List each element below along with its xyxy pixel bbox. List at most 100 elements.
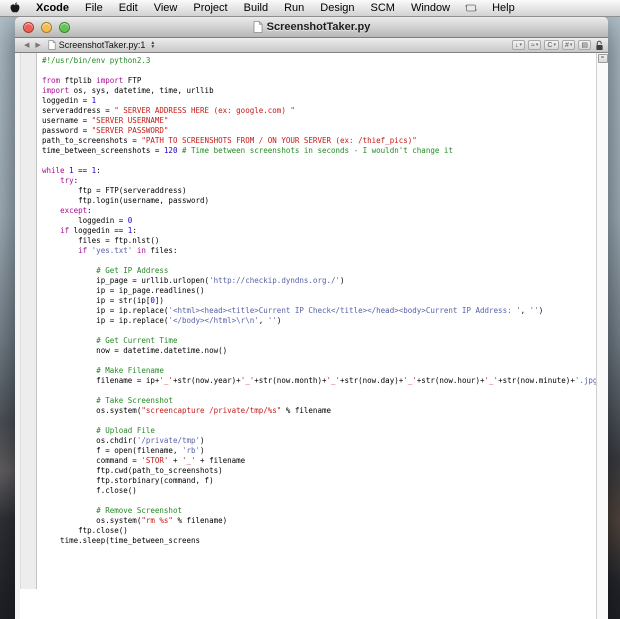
code-line: files = ftp.nlst(): [42, 236, 160, 245]
xcode-editor-window: ScreenshotTaker.py ◀ ▶ ScreenshotTaker.p…: [15, 17, 608, 619]
code-line: # Take Screenshot: [96, 396, 173, 405]
menu-item-help[interactable]: Help: [484, 2, 523, 14]
menu-item-xcode[interactable]: Xcode: [28, 2, 77, 14]
menu-item-window[interactable]: Window: [403, 2, 458, 14]
code-line: f.close(): [42, 486, 137, 495]
file-location-label: ScreenshotTaker.py:1: [58, 40, 146, 50]
menu-item-file[interactable]: File: [77, 2, 111, 14]
code-line: # Upload File: [96, 426, 155, 435]
code-line: # Get Current Time: [96, 336, 178, 345]
document-icon: [48, 40, 56, 50]
code-line: ftp = FTP(serveraddress): [42, 186, 187, 195]
code-line: ip_page = urllib.urlopen('http://checkip…: [42, 276, 345, 285]
code-line: time.sleep(time_between_screens: [42, 536, 201, 545]
code-line: ip = ip_page.readlines(): [42, 286, 205, 295]
code-line: ip = ip.replace('</body></html>\r\n', ''…: [42, 316, 282, 325]
code-line: now = datetime.datetime.now(): [42, 346, 228, 355]
split-editor-button[interactable]: =: [597, 54, 608, 63]
code-line: #!/usr/bin/env python2.3: [42, 56, 151, 65]
dropdown-arrow-icon: ▾: [569, 42, 573, 48]
code-line: os.system("rm %s" % filename): [42, 516, 228, 525]
code-line: try:: [60, 176, 79, 185]
window-title-bar[interactable]: ScreenshotTaker.py: [15, 17, 608, 38]
code-line: loggedin = 0: [42, 216, 133, 225]
code-line: # Get IP Address: [96, 266, 169, 275]
class-hierarchy-menu-button[interactable]: C ▾: [544, 40, 559, 50]
code-line: time_between_screenshots = 120 # Time be…: [42, 146, 453, 155]
code-line: ip = str(ip[0]): [42, 296, 164, 305]
lock-icon: [596, 40, 603, 50]
code-line: os.system("screencapture /private/tmp/%s…: [42, 406, 331, 415]
editor-content: #!/usr/bin/env python2.3 from ftplib imp…: [15, 53, 608, 619]
line-stepper[interactable]: ▲ ▼: [150, 41, 156, 50]
script-scroll-icon: [465, 4, 477, 12]
counterpart-button[interactable]: ▤: [578, 40, 591, 50]
code-line: if loggedin == 1:: [60, 226, 137, 235]
bookmarks-menu-button-icon: ≈: [531, 41, 535, 49]
menu-item-scm[interactable]: SCM: [363, 2, 403, 14]
marks-menu-button[interactable]: # ▾: [561, 40, 576, 50]
code-line: command = 'STOR' + '_' + filename: [42, 456, 246, 465]
history-menu-button[interactable]: ↓ ▾: [512, 40, 526, 50]
menu-item-design[interactable]: Design: [312, 2, 362, 14]
menu-item-run[interactable]: Run: [276, 2, 312, 14]
code-line: ftp.close(): [42, 526, 128, 535]
code-line: except:: [60, 206, 92, 215]
back-button[interactable]: ◀: [21, 39, 32, 52]
editor-navigation-bar: ◀ ▶ ScreenshotTaker.py:1 ▲ ▼ ↓ ▾ ≈ ▾ C ▾ # ▾ ▤: [15, 38, 608, 53]
menu-item-build[interactable]: Build: [236, 2, 276, 14]
marks-menu-button-icon: #: [564, 41, 569, 49]
code-line: username = "SERVER USERNAME": [42, 116, 169, 125]
document-icon: [253, 21, 263, 33]
menu-item-edit[interactable]: Edit: [111, 2, 146, 14]
code-line: f = open(filename, 'rb'): [42, 446, 205, 455]
code-line: ftp.cwd(path_to_screenshots): [42, 466, 223, 475]
apple-menu[interactable]: [0, 2, 28, 14]
file-location-popup[interactable]: ScreenshotTaker.py:1: [48, 40, 146, 50]
counterpart-button-icon: ▤: [581, 42, 588, 49]
minimize-button[interactable]: [41, 22, 52, 33]
forward-button[interactable]: ▶: [32, 39, 43, 52]
close-button[interactable]: [23, 22, 34, 33]
history-menu-button-icon: ↓: [515, 41, 519, 49]
dropdown-arrow-icon: ▾: [519, 42, 523, 48]
code-line: os.chdir('/private/tmp'): [42, 436, 205, 445]
breakpoint-gutter[interactable]: [20, 53, 37, 619]
window-title: ScreenshotTaker.py: [266, 21, 371, 33]
code-line: ftp.storbinary(command, f): [42, 476, 214, 485]
class-hierarchy-menu-button-icon: C: [547, 41, 553, 49]
menu-item-view[interactable]: View: [146, 2, 186, 14]
stepper-down-icon: ▼: [150, 44, 156, 50]
vertical-scrollbar[interactable]: =: [596, 53, 608, 619]
system-menu-bar: Xcode File Edit View Project Build Run Design SC…: [0, 0, 620, 17]
code-line: path_to_screenshots = "PATH TO SCREENSHO…: [42, 136, 417, 145]
code-line: # Make Filename: [96, 366, 164, 375]
code-line: while 1 == 1:: [42, 166, 101, 175]
bookmarks-menu-button[interactable]: ≈ ▾: [528, 40, 542, 50]
code-line: serveraddress = " SERVER ADDRESS HERE (e…: [42, 106, 295, 115]
code-line: loggedin = 1: [42, 96, 97, 105]
code-line: from ftplib import FTP: [42, 76, 142, 85]
code-line: import os, sys, datetime, time, urllib: [42, 86, 214, 95]
code-line: filename = ip+'_'+str(now.year)+'_'+str(…: [42, 376, 596, 385]
zoom-button[interactable]: [59, 22, 70, 33]
dropdown-arrow-icon: ▾: [553, 42, 556, 48]
window-controls: [23, 22, 70, 33]
code-line: ftp.login(username, password): [42, 196, 210, 205]
script-menu[interactable]: [458, 3, 484, 13]
code-line: # Remove Screenshot: [96, 506, 182, 515]
menu-item-project[interactable]: Project: [185, 2, 235, 14]
source-code-editor[interactable]: #!/usr/bin/env python2.3 from ftplib imp…: [37, 53, 596, 619]
code-line: password = "SERVER PASSWORD": [42, 126, 169, 135]
apple-logo-icon: [10, 2, 20, 13]
lock-button[interactable]: [595, 40, 604, 51]
dropdown-arrow-icon: ▾: [535, 42, 539, 48]
